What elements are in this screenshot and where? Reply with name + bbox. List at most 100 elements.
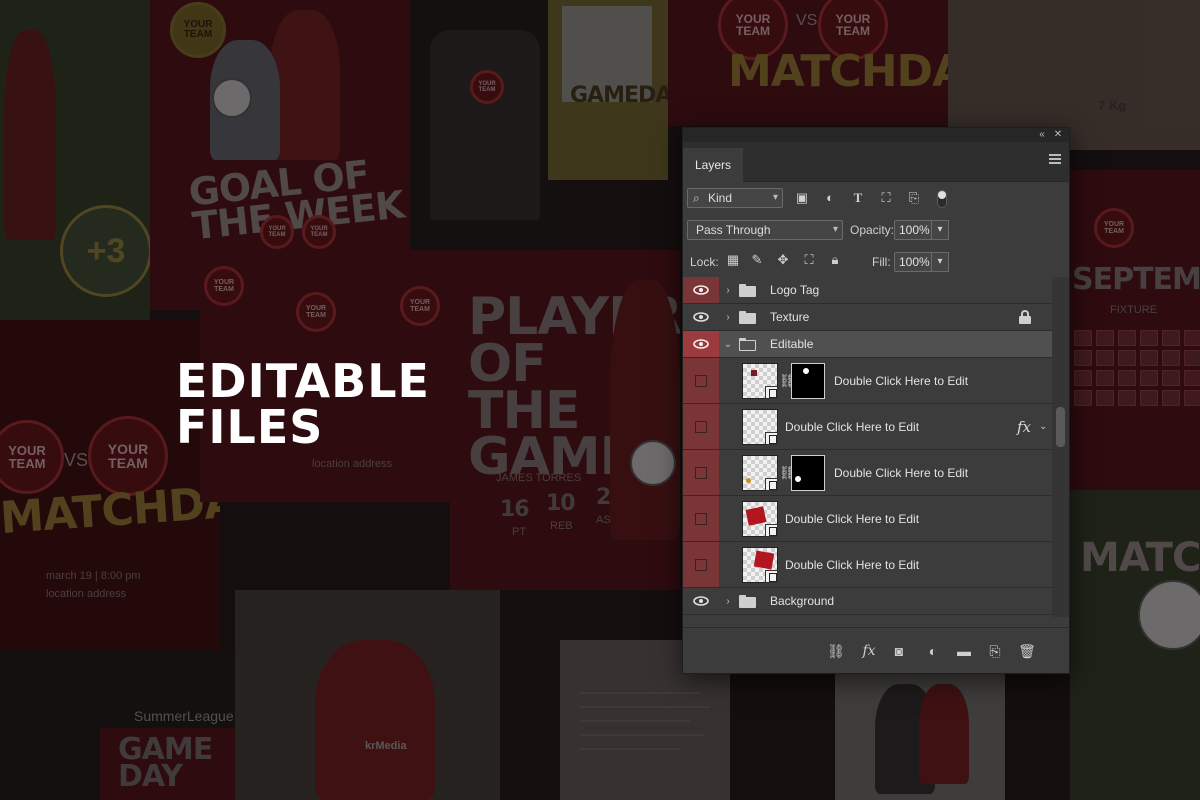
layer-thumbnail [742, 409, 778, 445]
layer-editable[interactable]: ⌄ Editable [683, 331, 1053, 358]
layer-name: Editable [770, 337, 814, 351]
add-mask-icon[interactable]: ◙ [889, 641, 909, 661]
layers-list: › Logo Tag › Texture ⌄ Editable ⛓ Double… [683, 277, 1053, 615]
chevron-right-icon[interactable]: › [722, 588, 734, 614]
visibility-toggle[interactable] [683, 331, 719, 357]
visibility-toggle[interactable] [683, 304, 719, 330]
type-layer-filter-icon[interactable]: T [849, 189, 867, 207]
eye-icon [693, 285, 709, 295]
collapse-icon[interactable]: « [1035, 128, 1049, 142]
add-layer-style-icon[interactable]: fx [859, 641, 879, 661]
pixel-layer-filter-icon[interactable]: ▣ [793, 189, 811, 207]
layer-smart-object-2[interactable]: Double Click Here to Edit fx ⌄ [683, 404, 1053, 450]
blend-mode-select[interactable]: Pass Through ▾ [687, 220, 843, 240]
folder-icon [739, 311, 756, 324]
smart-object-icon [765, 478, 778, 491]
fx-icon[interactable]: fx [1017, 404, 1031, 450]
opacity-input[interactable]: 100% [894, 220, 932, 240]
smart-object-icon [765, 432, 778, 445]
close-icon[interactable]: ✕ [1051, 128, 1065, 142]
eye-icon [693, 596, 709, 606]
filter-toggle[interactable] [937, 190, 947, 208]
shape-layer-filter-icon[interactable]: ⛶ [877, 189, 895, 207]
lock-artboard-icon[interactable]: ⛶ [801, 252, 817, 268]
smart-object-icon [765, 386, 778, 399]
opacity-label: Opacity: [850, 223, 895, 237]
new-adjustment-layer-icon[interactable]: ◐ [923, 641, 943, 661]
layer-name: Double Click Here to Edit [785, 420, 920, 434]
panel-menu-icon[interactable] [1049, 154, 1061, 164]
headline-line-1: EDITABLE [176, 354, 430, 408]
smart-object-icon [765, 570, 778, 583]
layer-mask-thumbnail[interactable] [791, 455, 825, 491]
fill-input[interactable]: 100% [894, 252, 932, 272]
blend-mode-value: Pass Through [696, 223, 771, 237]
layer-mask-thumbnail[interactable] [791, 363, 825, 399]
layer-name: Double Click Here to Edit [834, 374, 969, 388]
visibility-toggle[interactable] [683, 358, 719, 403]
lock-position-icon[interactable]: ✥ [775, 252, 791, 268]
lock-row: Lock: ▦ ✎ ✥ ⛶ 🔒︎ Fill: 100% ▾ [683, 246, 1069, 278]
visibility-toggle[interactable] [683, 496, 719, 541]
layer-smart-object-3[interactable]: ⛓ Double Click Here to Edit [683, 450, 1053, 496]
layer-smart-object-5[interactable]: Double Click Here to Edit [683, 542, 1053, 588]
folder-icon [739, 595, 756, 608]
eye-icon [693, 339, 709, 349]
layer-name: Double Click Here to Edit [834, 466, 969, 480]
folder-icon [739, 284, 756, 297]
search-icon: ⌕ [693, 191, 700, 205]
layer-name: Background [770, 594, 835, 608]
chevron-right-icon[interactable]: › [722, 304, 734, 330]
tab-layers[interactable]: Layers [683, 148, 744, 182]
link-icon[interactable]: ⛓ [779, 373, 796, 389]
new-layer-icon[interactable]: ⎘ [985, 641, 1005, 661]
layer-background[interactable]: › Background [683, 588, 1053, 615]
lock-image-pixels-icon[interactable]: ✎ [749, 252, 765, 268]
editable-files-headline: EDITABLE FILES [176, 358, 430, 450]
chevron-down-icon: ▾ [772, 192, 778, 203]
layer-name: Texture [770, 310, 810, 324]
delete-layer-icon[interactable]: 🗑︎ [1017, 641, 1037, 661]
layer-name: Logo Tag [770, 283, 820, 297]
layer-texture[interactable]: › Texture [683, 304, 1053, 331]
scrollbar-thumb[interactable] [1056, 407, 1065, 447]
headline-line-2: FILES [176, 400, 324, 454]
lock-all-icon[interactable]: 🔒︎ [827, 252, 843, 268]
visibility-toggle[interactable] [683, 450, 719, 495]
panel-title-bar[interactable]: « ✕ [683, 128, 1069, 142]
layer-smart-object-1[interactable]: ⛓ Double Click Here to Edit [683, 358, 1053, 404]
layer-thumbnail [742, 547, 778, 583]
chevron-down-icon: ▾ [832, 224, 838, 235]
chevron-down-icon[interactable]: ⌄ [1039, 404, 1047, 450]
visibility-toggle[interactable] [683, 277, 719, 303]
new-group-icon[interactable]: ▬ [954, 641, 974, 661]
layer-name: Double Click Here to Edit [785, 512, 920, 526]
layer-thumbnail [742, 501, 778, 537]
visibility-toggle[interactable] [683, 588, 719, 614]
link-icon[interactable]: ⛓ [779, 465, 796, 481]
layer-smart-object-4[interactable]: Double Click Here to Edit [683, 496, 1053, 542]
blend-row: Pass Through ▾ Opacity: 100% ▾ [683, 214, 1069, 246]
panel-bottom-toolbar: ⛓ fx ◙ ◐ ▬ ⎘ 🗑︎ [683, 627, 1069, 673]
smart-object-filter-icon[interactable]: ⎘ [905, 189, 923, 207]
layer-logo-tag[interactable]: › Logo Tag [683, 277, 1053, 304]
filter-kind-select[interactable]: ⌕ Kind ▾ [687, 188, 783, 208]
fill-slider-toggle[interactable]: ▾ [931, 252, 949, 272]
adjustment-layer-filter-icon[interactable]: ◐ [821, 189, 839, 207]
visibility-toggle[interactable] [683, 542, 719, 587]
lock-transparent-pixels-icon[interactable]: ▦ [725, 252, 741, 268]
opacity-slider-toggle[interactable]: ▾ [931, 220, 949, 240]
smart-object-icon [765, 524, 778, 537]
folder-open-icon [739, 338, 756, 351]
layers-scrollbar[interactable] [1052, 277, 1069, 617]
layer-name: Double Click Here to Edit [785, 558, 920, 572]
layer-thumbnail [742, 363, 778, 399]
lock-label: Lock: [690, 255, 719, 269]
chevron-down-icon[interactable]: ⌄ [722, 331, 734, 357]
link-layers-icon[interactable]: ⛓ [826, 641, 846, 661]
lock-icon [1019, 310, 1031, 324]
layers-panel: « ✕ Layers ⌕ Kind ▾ ▣ ◐ T ⛶ ⎘ Pass Throu… [682, 127, 1070, 674]
filter-row: ⌕ Kind ▾ ▣ ◐ T ⛶ ⎘ [683, 182, 1069, 214]
chevron-right-icon[interactable]: › [722, 277, 734, 303]
visibility-toggle[interactable] [683, 404, 719, 449]
